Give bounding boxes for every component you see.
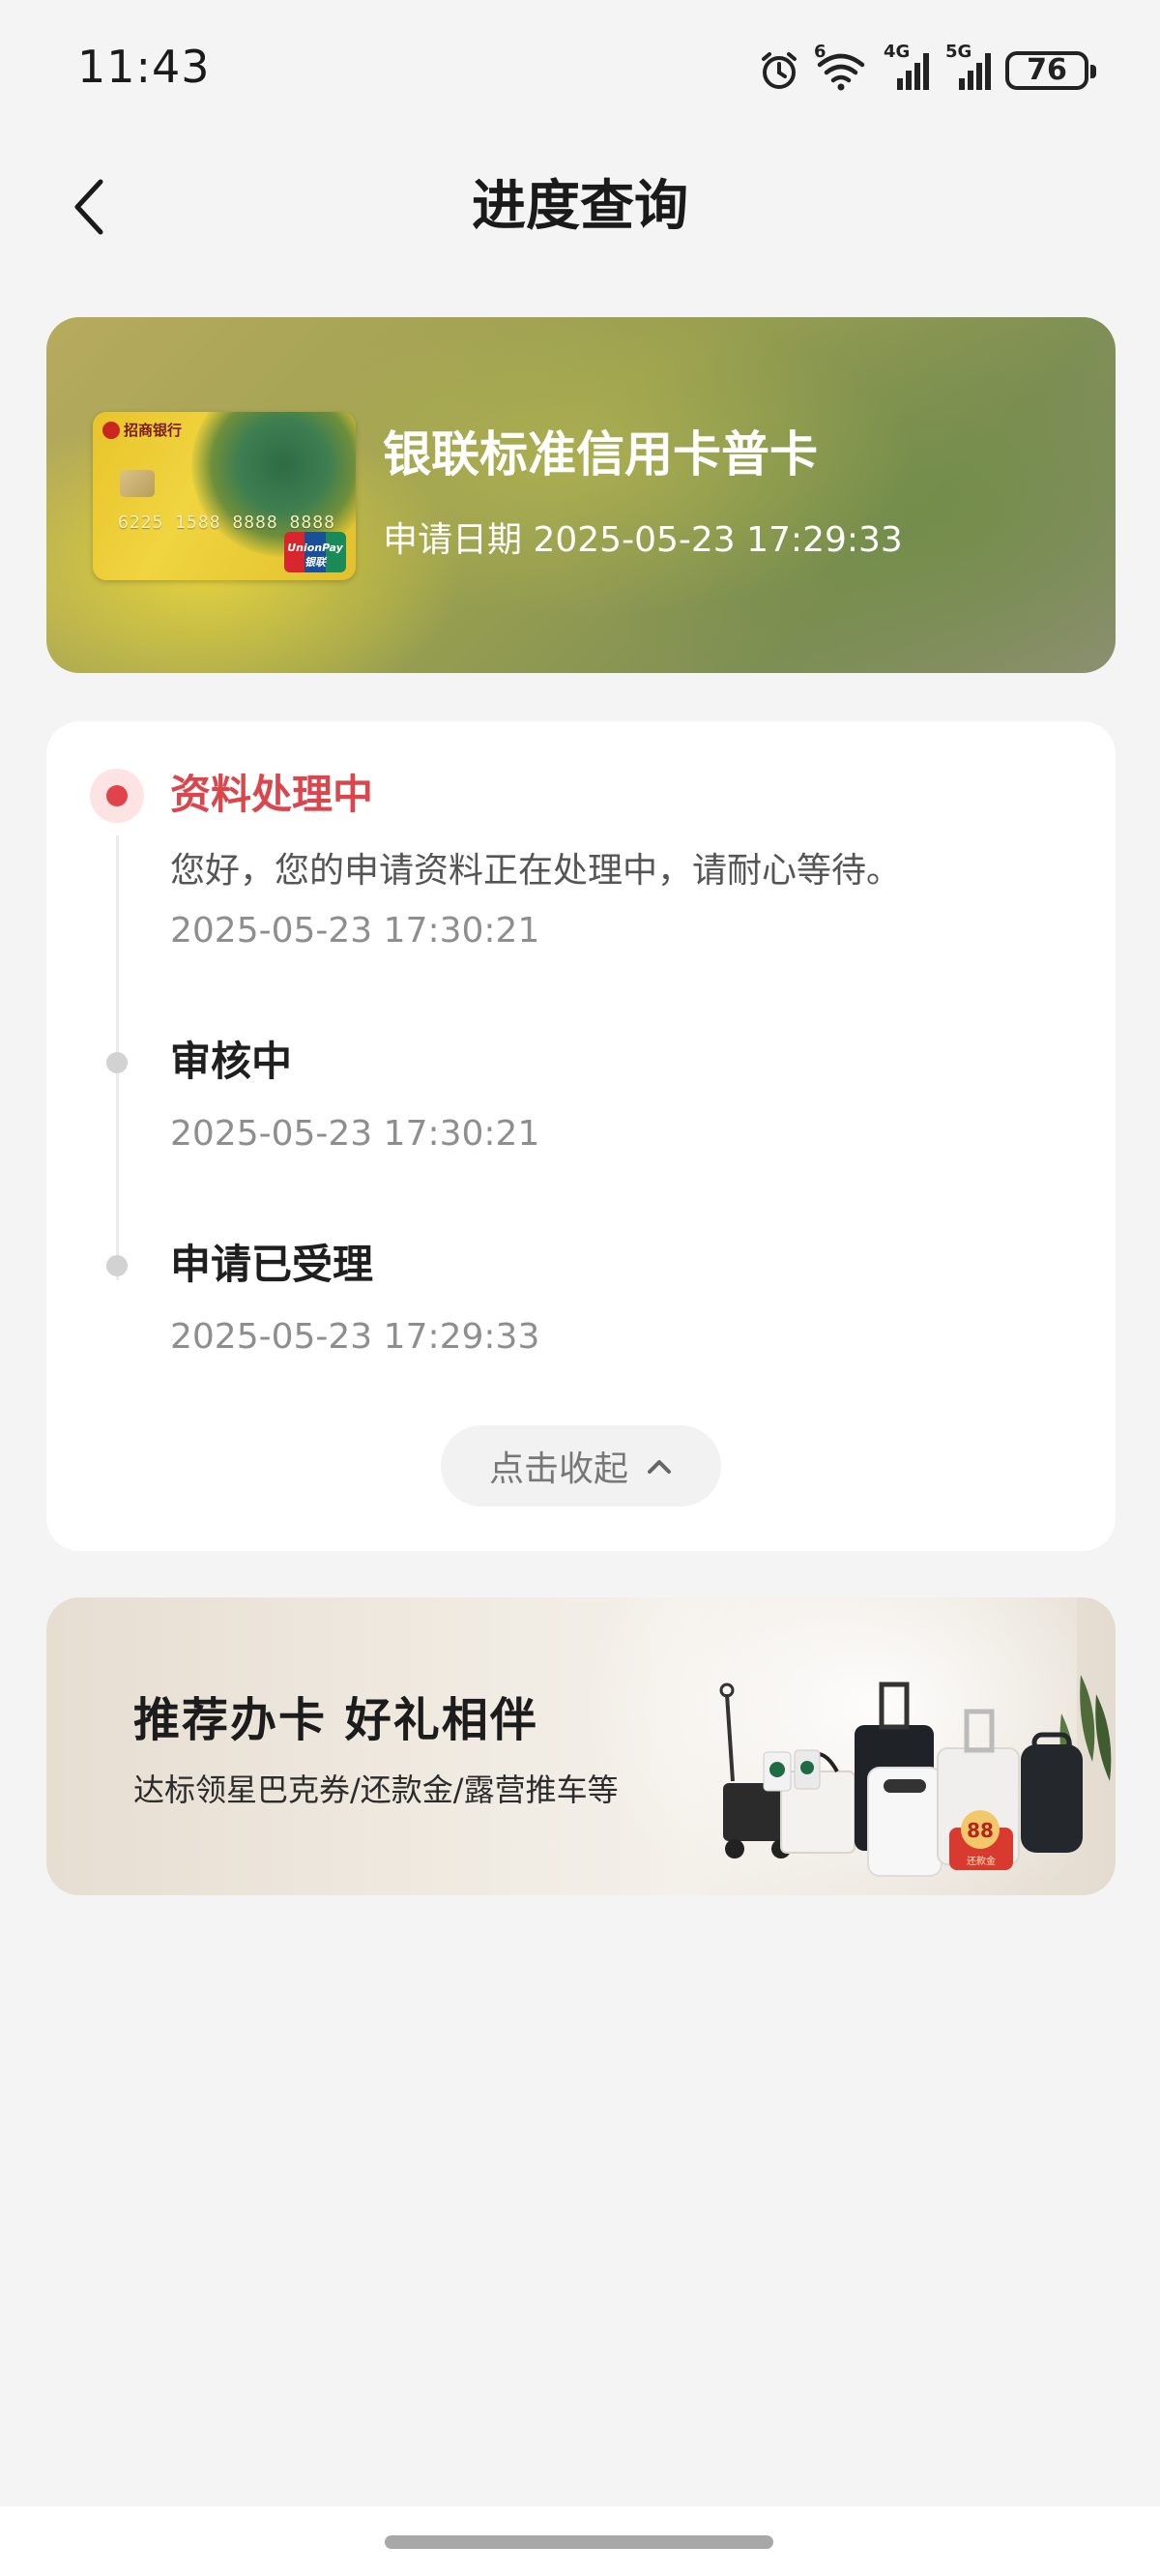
step-title-accepted: 申请已受理 (170, 1241, 374, 1288)
status-bar: 11:43 6 4G 5G 76 (0, 0, 1160, 135)
home-indicator[interactable] (385, 2535, 773, 2549)
status-time: 11:43 (77, 41, 211, 93)
bank-logo-icon (102, 421, 120, 439)
battery-icon: 76 (1005, 51, 1096, 90)
promo-subtitle: 达标领星巴克券/还款金/露营推车等 (133, 1771, 619, 1808)
card-chip (120, 470, 155, 497)
battery-level: 76 (1027, 53, 1067, 87)
promo-title: 推荐办卡 好礼相伴 (133, 1693, 538, 1747)
card-banner: 招商银行 6225 1588 8888 8888 UnionPay 银联 银联标… (46, 317, 1116, 673)
signal-4g-label: 4G (884, 42, 911, 62)
signal-5g-icon: 5G (943, 42, 992, 92)
wifi-icon: 6 (814, 42, 868, 92)
coupon-label: 还款金 (967, 1855, 996, 1867)
unionpay-logo: UnionPay 银联 (284, 532, 346, 572)
page-title: 进度查询 (472, 175, 688, 238)
nav-bar: 进度查询 (0, 155, 1160, 261)
step-active-dot (90, 769, 144, 823)
step-dot (106, 1255, 128, 1276)
credit-card-image: 招商银行 6225 1588 8888 8888 UnionPay 银联 (93, 412, 356, 580)
signal-4g-icon: 4G (882, 42, 930, 92)
promo-banner[interactable]: 推荐办卡 好礼相伴 达标领星巴克券/还款金/露营推车等 88 还款金 (46, 1597, 1116, 1895)
card-bank-name: 招商银行 (124, 422, 183, 439)
promo-products-image: 88 还款金 (719, 1675, 1112, 1877)
unionpay-label: UnionPay 银联 (287, 542, 343, 569)
date-label: 申请日期 (383, 520, 523, 560)
step-dot (106, 1052, 128, 1073)
chevron-up-icon (648, 1460, 671, 1474)
progress-panel: 资料处理中 您好，您的申请资料正在处理中，请耐心等待。 2025-05-23 1… (46, 721, 1116, 1551)
card-bank-logo: 招商银行 (102, 420, 182, 440)
step-time: 2025-05-23 17:30:21 (170, 1114, 540, 1154)
signal-5g-label: 5G (945, 42, 972, 62)
card-product-name: 银联标准信用卡普卡 (383, 426, 818, 483)
wifi-label: 6 (814, 42, 826, 62)
collapse-label: 点击收起 (488, 1449, 628, 1489)
status-icons: 6 4G 5G 76 (758, 42, 1096, 95)
step-time: 2025-05-23 17:30:21 (170, 911, 540, 951)
step-time: 2025-05-23 17:29:33 (170, 1317, 540, 1357)
collapse-button[interactable]: 点击收起 (441, 1425, 721, 1507)
step-description: 您好，您的申请资料正在处理中，请耐心等待。 (170, 851, 902, 891)
step-title-reviewing: 审核中 (170, 1038, 293, 1085)
card-application-date: 申请日期 2025-05-23 17:29:33 (383, 516, 903, 565)
date-value: 2025-05-23 17:29:33 (533, 520, 903, 560)
alarm-icon (758, 49, 800, 92)
step-title-processing: 资料处理中 (170, 771, 374, 818)
card-number: 6225 1588 8888 8888 (118, 512, 335, 533)
coupon-amount: 88 (967, 1819, 994, 1842)
